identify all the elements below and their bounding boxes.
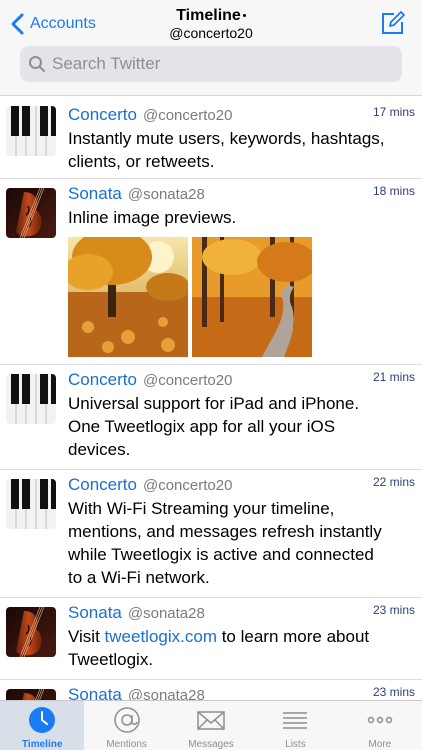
tweet-text-fragment: to learn more about [216, 627, 370, 646]
tweet-author-handle: @concerto20 [142, 107, 233, 124]
tweet-author-name[interactable]: Concerto [68, 370, 137, 390]
tab-label: Messages [188, 739, 234, 750]
list-icon [283, 712, 308, 729]
tweet-row[interactable]: Sonata @sonata28 23 mins Visit tweetlogi… [0, 598, 422, 680]
envelope-icon [197, 711, 225, 730]
violin-icon [6, 607, 56, 657]
avatar[interactable] [6, 607, 56, 657]
piano-keys-icon [6, 106, 56, 156]
tweet-text-line: Tweetlogix. [68, 650, 154, 669]
violin-icon [6, 689, 56, 700]
page-title: Timeline [176, 7, 241, 24]
tweet-author-handle: @concerto20 [142, 477, 233, 494]
tweet-author-name[interactable]: Concerto [68, 475, 137, 495]
tweet-link[interactable]: tweetlogix.com [105, 627, 217, 646]
tweet-row[interactable]: Concerto @concerto20 17 mins Instantly m… [0, 97, 422, 179]
tweet-timestamp: 23 mins [372, 603, 415, 617]
tweet-text-line: to a Wi-Fi network. [68, 568, 210, 587]
tweet-text: With Wi-Fi Streaming your timeline, ment… [68, 497, 416, 589]
tweet-author-name[interactable]: Sonata [68, 685, 122, 700]
tweet-text-line: With Wi-Fi Streaming your timeline, [68, 499, 335, 518]
tweet-author-handle: @sonata28 [127, 687, 205, 700]
image-previews [68, 237, 416, 357]
tweet-text-fragment: Visit [68, 627, 105, 646]
search-bar[interactable] [20, 46, 402, 82]
tweet-timestamp: 17 mins [372, 105, 415, 119]
tab-label: More [368, 739, 392, 750]
clock-icon [29, 707, 56, 733]
compose-icon[interactable] [380, 10, 406, 36]
tweet-text-line: One Tweetlogix app for all your iOS [68, 417, 336, 436]
tab-label: Mentions [106, 739, 147, 750]
tab-lists[interactable]: Lists [253, 701, 337, 750]
avatar[interactable] [6, 188, 56, 238]
tweet-author-name[interactable]: Concerto [68, 105, 137, 125]
tab-messages[interactable]: Messages [169, 701, 253, 750]
avatar[interactable] [6, 374, 56, 424]
tweet-timestamp: 22 mins [372, 475, 415, 489]
tweet-text: Universal support for iPad and iPhone. O… [68, 392, 416, 461]
piano-keys-icon [6, 374, 56, 424]
tab-bar: Timeline Mentions Messages Lists More [0, 700, 422, 750]
navigation-header: Accounts Timeline @concerto20 [0, 0, 422, 96]
tweet-text: Visit tweetlogix.com to learn more about… [68, 625, 416, 671]
tweet-text-line: Visit tweetlogix.com to learn more about [68, 625, 416, 648]
tweet-row[interactable]: Sonata @sonata28 18 mins Inline image pr… [0, 179, 422, 365]
at-sign-icon [113, 707, 140, 733]
piano-keys-icon [6, 479, 56, 529]
tweet-row[interactable]: Sonata @sonata28 23 mins [0, 680, 422, 700]
tweet-author-name[interactable]: Sonata [68, 603, 122, 623]
tweet-author-handle: @concerto20 [142, 372, 233, 389]
tweet-timestamp: 18 mins [372, 184, 415, 198]
tweet-text: Inline image previews. [68, 206, 416, 229]
search-icon [29, 56, 45, 72]
tweet-author-name[interactable]: Sonata [68, 184, 122, 204]
tweet-text-line: clients, or retweets. [68, 152, 215, 171]
timeline-feed[interactable]: Concerto @concerto20 17 mins Instantly m… [0, 97, 422, 700]
tweet-text-line: mentions, and messages refresh instantly [68, 522, 382, 541]
tab-more[interactable]: More [338, 701, 422, 750]
tweet-author-handle: @sonata28 [127, 605, 205, 622]
tweet-author-handle: @sonata28 [127, 186, 205, 203]
avatar[interactable] [6, 689, 56, 700]
tab-label: Lists [285, 739, 306, 750]
violin-icon [6, 188, 56, 238]
avatar[interactable] [6, 479, 56, 529]
tweet-text: Instantly mute users, keywords, hashtags… [68, 127, 416, 173]
tab-mentions[interactable]: Mentions [84, 701, 168, 750]
autumn-forest-road-image[interactable] [192, 237, 312, 357]
tweet-text-line: Universal support for iPad and iPhone. [68, 394, 360, 413]
tweet-text-line: Inline image previews. [68, 208, 237, 227]
tab-label: Timeline [22, 739, 63, 750]
account-handle: @concerto20 [169, 25, 253, 41]
tweet-text-line: Instantly mute users, keywords, hashtags… [68, 129, 385, 148]
avatar[interactable] [6, 106, 56, 156]
tab-timeline[interactable]: Timeline [0, 701, 85, 750]
tweet-row[interactable]: Concerto @concerto20 21 mins Universal s… [0, 365, 422, 470]
ellipsis-icon [367, 716, 393, 724]
tweet-row[interactable]: Concerto @concerto20 22 mins With Wi-Fi … [0, 470, 422, 598]
title-block[interactable]: Timeline @concerto20 [0, 6, 422, 42]
autumn-park-image[interactable] [68, 237, 188, 357]
tweet-text-line: while Tweetlogix is active and connected [68, 545, 374, 564]
tweet-timestamp: 21 mins [372, 370, 415, 384]
tweet-timestamp: 23 mins [372, 685, 415, 699]
title-indicator-dot [242, 14, 246, 18]
tweet-text-line: devices. [68, 440, 131, 459]
search-input[interactable] [52, 54, 382, 74]
